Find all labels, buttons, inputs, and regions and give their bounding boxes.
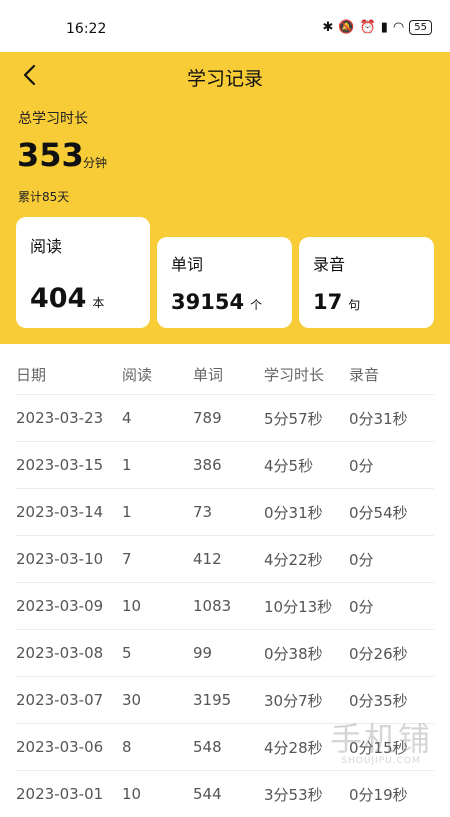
- cell-study-time: 4分22秒: [264, 550, 323, 569]
- table-row: 2023-03-01 10 544 3分53秒 0分19秒: [16, 770, 434, 817]
- table-row: 2023-03-09 10 1083 10分13秒 0分: [16, 582, 434, 629]
- cell-recording: 0分: [349, 456, 374, 475]
- card-reading-value: 404 本: [30, 283, 105, 314]
- cell-study-time: 0分38秒: [264, 644, 323, 663]
- header-reading: 阅读: [122, 365, 153, 384]
- cell-study-time: 10分13秒: [264, 597, 333, 616]
- watermark: 手机铺 SHOUJIPU.COM: [330, 722, 432, 766]
- cell-date: 2023-03-10: [16, 550, 104, 568]
- cell-reading: 10: [122, 785, 142, 803]
- alarm-icon: ⏰: [359, 20, 376, 35]
- cell-recording: 0分31秒: [349, 409, 408, 428]
- table-row: 2023-03-07 30 3195 30分7秒 0分35秒: [16, 676, 434, 723]
- table-row: 2023-03-23 4 789 5分57秒 0分31秒: [16, 394, 434, 441]
- status-icons: ✱ 🔕 ⏰ ▮ ◠ 55: [322, 20, 432, 35]
- status-bar: 16:22 ✱ 🔕 ⏰ ▮ ◠ 55: [0, 0, 450, 52]
- cell-date: 2023-03-01: [16, 785, 104, 803]
- card-reading-label: 阅读: [30, 237, 63, 256]
- summary-header: 学习记录 总学习时长 353 分钟 累计85天 阅读 404 本 单词 39154…: [0, 52, 450, 344]
- status-time: 16:22: [66, 21, 107, 37]
- cell-date: 2023-03-14: [16, 503, 104, 521]
- cell-date: 2023-03-08: [16, 644, 104, 662]
- table-row: 2023-03-08 5 99 0分38秒 0分26秒: [16, 629, 434, 676]
- watermark-url: SHOUJIPU.COM: [341, 756, 421, 766]
- cell-study-time: 30分7秒: [264, 691, 323, 710]
- cell-date: 2023-03-23: [16, 409, 104, 427]
- total-time-unit: 分钟: [83, 156, 108, 170]
- card-words-unit: 个: [250, 298, 263, 312]
- card-reading[interactable]: 阅读 404 本: [16, 217, 150, 328]
- cell-study-time: 3分53秒: [264, 785, 323, 804]
- card-words-label: 单词: [171, 255, 204, 274]
- wifi-icon: ◠: [392, 20, 405, 35]
- cell-reading: 1: [122, 503, 132, 521]
- bluetooth-icon: ✱: [322, 20, 334, 35]
- cell-reading: 30: [122, 691, 142, 709]
- watermark-logo: 手机铺: [329, 720, 432, 758]
- cell-words: 99: [193, 644, 213, 662]
- cell-recording: 0分26秒: [349, 644, 408, 663]
- card-words[interactable]: 单词 39154 个: [157, 237, 292, 328]
- table-row: 2023-03-10 7 412 4分22秒 0分: [16, 535, 434, 582]
- mute-icon: 🔕: [338, 20, 355, 35]
- cell-words: 789: [193, 409, 222, 427]
- cell-recording: 0分: [349, 597, 374, 616]
- cell-words: 3195: [193, 691, 232, 709]
- battery-icon: 55: [409, 20, 432, 35]
- cell-study-time: 5分57秒: [264, 409, 323, 428]
- cell-date: 2023-03-15: [16, 456, 104, 474]
- cell-reading: 10: [122, 597, 142, 615]
- header-recording: 录音: [349, 365, 380, 384]
- cell-date: 2023-03-09: [16, 597, 104, 615]
- signal-icon: ▮: [380, 20, 388, 35]
- cell-reading: 1: [122, 456, 132, 474]
- table-header: 日期 阅读 单词 学习时长 录音: [16, 354, 434, 394]
- card-recording[interactable]: 录音 17 句: [299, 237, 434, 328]
- page-title: 学习记录: [186, 68, 263, 90]
- accumulated-days: 累计85天: [18, 190, 70, 204]
- table-row: 2023-03-15 1 386 4分5秒 0分: [16, 441, 434, 488]
- cell-recording: 0分35秒: [349, 691, 408, 710]
- header-study-time: 学习时长: [264, 365, 325, 384]
- cell-study-time: 4分5秒: [264, 456, 314, 475]
- cell-date: 2023-03-07: [16, 691, 104, 709]
- cell-recording: 0分: [349, 550, 374, 569]
- card-recording-value: 17 句: [313, 290, 361, 314]
- cell-reading: 5: [122, 644, 132, 662]
- cell-reading: 4: [122, 409, 132, 427]
- cell-recording: 0分19秒: [349, 785, 408, 804]
- card-words-value: 39154 个: [171, 290, 263, 314]
- header-date: 日期: [16, 365, 47, 384]
- card-reading-unit: 本: [92, 296, 105, 310]
- cell-study-time: 0分31秒: [264, 503, 323, 522]
- cell-date: 2023-03-06: [16, 738, 104, 756]
- table-row: 2023-03-14 1 73 0分31秒 0分54秒: [16, 488, 434, 535]
- cell-words: 1083: [193, 597, 232, 615]
- cell-recording: 0分54秒: [349, 503, 408, 522]
- total-time-label: 总学习时长: [18, 111, 88, 127]
- cell-words: 544: [193, 785, 222, 803]
- card-recording-label: 录音: [313, 255, 346, 274]
- card-recording-unit: 句: [348, 298, 361, 312]
- cell-reading: 8: [122, 738, 132, 756]
- cell-words: 386: [193, 456, 222, 474]
- cell-words: 548: [193, 738, 222, 756]
- cell-words: 412: [193, 550, 222, 568]
- cell-words: 73: [193, 503, 213, 521]
- total-time-value: 353: [17, 136, 84, 174]
- cell-reading: 7: [122, 550, 132, 568]
- header-words: 单词: [193, 365, 224, 384]
